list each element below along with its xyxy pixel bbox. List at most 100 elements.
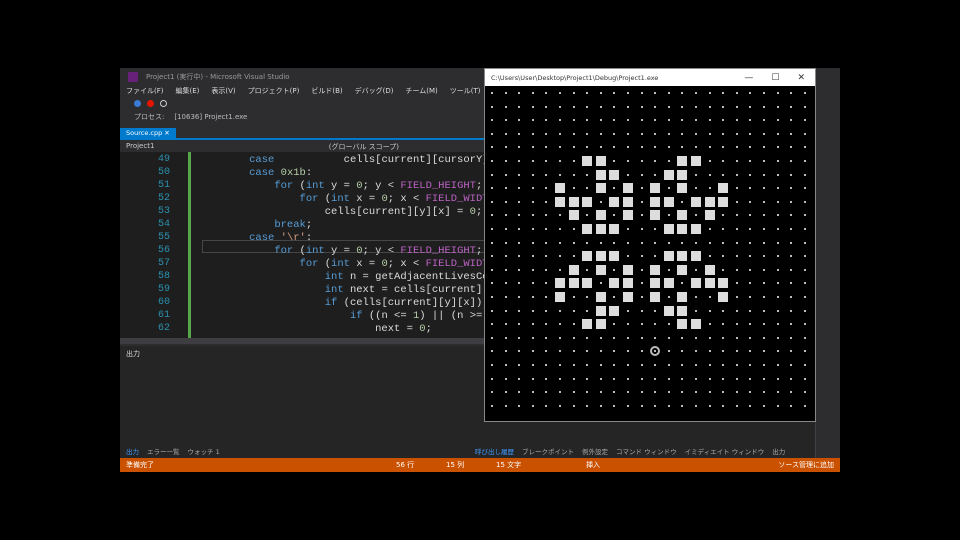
horizontal-scrollbar[interactable]	[120, 338, 485, 344]
dead-cell	[569, 401, 579, 411]
process-select[interactable]: [10636] Project1.exe	[174, 113, 247, 121]
live-cell	[704, 278, 715, 289]
dead-cell	[609, 142, 619, 152]
dead-cell	[555, 374, 565, 384]
code-line: for (int y = 0; y < FIELD_HEIGHT; y++)	[205, 245, 485, 257]
dead-cell	[487, 374, 497, 384]
debug-tab[interactable]: コマンド ウィンドウ	[616, 446, 677, 456]
console-window[interactable]: C:\Users\User\Desktop\Project1\Debug\Pro…	[484, 68, 816, 422]
dead-cell	[732, 156, 742, 166]
dead-cell	[773, 346, 783, 356]
dead-cell	[759, 183, 769, 193]
debug-tab[interactable]: 呼び出し履歴	[475, 446, 514, 456]
dead-cell	[487, 88, 497, 98]
side-tool-strip[interactable]	[815, 68, 840, 458]
code-editor[interactable]: 49 case cells[current][cursorY][cursorX]…	[120, 152, 485, 338]
minimize-button[interactable]: —	[744, 73, 753, 83]
menu-item[interactable]: プロジェクト(P)	[248, 86, 300, 97]
dead-cell	[745, 292, 755, 302]
dead-cell	[501, 278, 511, 288]
dead-cell	[609, 319, 619, 329]
dead-cell	[569, 387, 579, 397]
dead-cell	[745, 142, 755, 152]
dead-cell	[569, 251, 579, 261]
dead-cell	[487, 102, 497, 112]
dead-cell	[501, 251, 511, 261]
project-dropdown[interactable]: Project1	[126, 142, 154, 151]
output-tab[interactable]: ウォッチ 1	[188, 446, 220, 456]
dead-cell	[514, 319, 524, 329]
live-cell	[704, 196, 715, 207]
live-cell	[582, 319, 593, 330]
tab-source-cpp[interactable]: Source.cpp ✕	[120, 128, 176, 138]
dead-cell	[487, 170, 497, 180]
dead-cell	[528, 129, 538, 139]
dead-cell	[691, 387, 701, 397]
dead-cell	[528, 238, 538, 248]
output-tab[interactable]: エラー一覧	[147, 446, 180, 456]
menu-item[interactable]: 表示(V)	[211, 86, 235, 97]
live-cell	[677, 224, 688, 234]
maximize-button[interactable]: ☐	[771, 73, 779, 83]
dead-cell	[541, 278, 551, 288]
dead-cell	[487, 278, 497, 288]
scope-dropdown[interactable]: (グローバル スコープ)	[329, 142, 399, 151]
restart-icon[interactable]	[160, 100, 167, 107]
dead-cell	[514, 292, 524, 302]
menu-item[interactable]: ファイル(F)	[126, 86, 164, 97]
menu-item[interactable]: チーム(M)	[405, 86, 437, 97]
dead-cell	[623, 251, 633, 261]
dead-cell	[718, 170, 728, 180]
live-cell	[663, 224, 674, 234]
dead-cell	[623, 360, 633, 370]
menu-item[interactable]: デバッグ(D)	[355, 86, 394, 97]
output-tab[interactable]: 出力	[126, 446, 139, 456]
menu-item[interactable]: ツール(T)	[450, 86, 481, 97]
live-cell	[623, 210, 633, 221]
dead-cell	[541, 170, 551, 180]
code-token: for	[299, 193, 319, 205]
dead-cell	[745, 265, 755, 275]
live-cell	[595, 319, 606, 330]
dead-cell	[786, 142, 796, 152]
dead-cell	[800, 401, 810, 411]
dead-cell	[664, 210, 674, 220]
dead-cell	[773, 224, 783, 234]
dead-cell	[677, 238, 687, 248]
code-token: n = getAdjacentLivesCount(x, y);	[349, 271, 485, 283]
dead-cell	[691, 210, 701, 220]
process-toolbar: プロセス: [10636] Project1.exe	[120, 110, 480, 124]
dead-cell	[691, 115, 701, 125]
stop-icon[interactable]	[147, 100, 154, 107]
debug-tab[interactable]: ブレークポイント	[522, 446, 574, 456]
dead-cell	[596, 346, 606, 356]
debug-tab[interactable]: 出力	[772, 446, 785, 456]
dead-cell	[732, 224, 742, 234]
dead-cell	[705, 360, 715, 370]
debug-tab[interactable]: イミディエイト ウィンドウ	[685, 446, 765, 456]
dead-cell	[705, 88, 715, 98]
live-cell	[718, 292, 729, 302]
dead-cell	[745, 251, 755, 261]
dead-cell	[759, 292, 769, 302]
dead-cell	[541, 129, 551, 139]
debug-tab[interactable]: 例外設定	[582, 446, 608, 456]
dead-cell	[800, 278, 810, 288]
dead-cell	[528, 88, 538, 98]
close-button[interactable]: ✕	[797, 73, 805, 83]
dead-cell	[691, 374, 701, 384]
menu-item[interactable]: ビルド(B)	[311, 86, 342, 97]
dead-cell	[773, 251, 783, 261]
dead-cell	[541, 346, 551, 356]
dead-cell	[582, 238, 592, 248]
code-token: x =	[349, 193, 382, 205]
pause-icon[interactable]	[134, 100, 141, 107]
menu-item[interactable]: 編集(E)	[176, 86, 200, 97]
dead-cell	[514, 401, 524, 411]
dead-cell	[732, 319, 742, 329]
dead-cell	[718, 265, 728, 275]
live-cell	[663, 251, 674, 262]
add-to-source-control-button[interactable]: ソース管理に追加	[778, 460, 834, 470]
